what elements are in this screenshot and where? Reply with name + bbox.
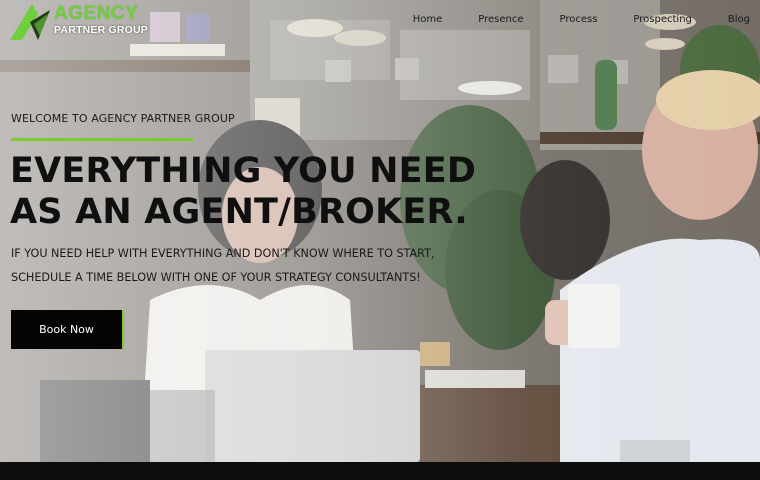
hero-section: AGENCY PARTNER GROUP Home Presence Proce… bbox=[0, 0, 760, 462]
nav-item-process[interactable]: Process bbox=[559, 11, 597, 29]
hero-subtext-line-1: IF YOU NEED HELP WITH EVERYTHING AND DON… bbox=[11, 247, 435, 260]
nav-item-home[interactable]: Home bbox=[413, 11, 443, 29]
nav-item-presence[interactable]: Presence bbox=[478, 11, 523, 29]
hero-headline-line-1: EVERYTHING YOU NEED bbox=[10, 151, 477, 191]
hero-eyebrow: WELCOME TO AGENCY PARTNER GROUP bbox=[11, 112, 235, 125]
book-now-button[interactable]: Book Now bbox=[11, 310, 124, 349]
hero-headline-line-2: AS AN AGENT/BROKER. bbox=[10, 192, 468, 232]
hero-subtext: IF YOU NEED HELP WITH EVERYTHING AND DON… bbox=[11, 242, 511, 290]
logo-tagline: PARTNER GROUP bbox=[54, 24, 148, 36]
eyebrow-underline bbox=[11, 138, 193, 141]
logo-title: AGENCY bbox=[54, 3, 139, 24]
nav-item-prospecting[interactable]: Prospecting bbox=[633, 11, 691, 29]
site-logo[interactable]: AGENCY PARTNER GROUP bbox=[8, 2, 148, 42]
nav-item-blog[interactable]: Blog bbox=[728, 11, 750, 29]
logo-wordmark: AGENCY PARTNER GROUP bbox=[54, 3, 148, 37]
hero-headline: EVERYTHING YOU NEED AS AN AGENT/BROKER. bbox=[10, 151, 530, 233]
logo-arrow-icon bbox=[10, 4, 50, 40]
main-nav: Home Presence Process Prospecting Blog bbox=[413, 11, 750, 29]
hero-subtext-line-2: SCHEDULE A TIME BELOW WITH ONE OF YOUR S… bbox=[11, 271, 421, 284]
bottom-bar bbox=[0, 462, 760, 480]
